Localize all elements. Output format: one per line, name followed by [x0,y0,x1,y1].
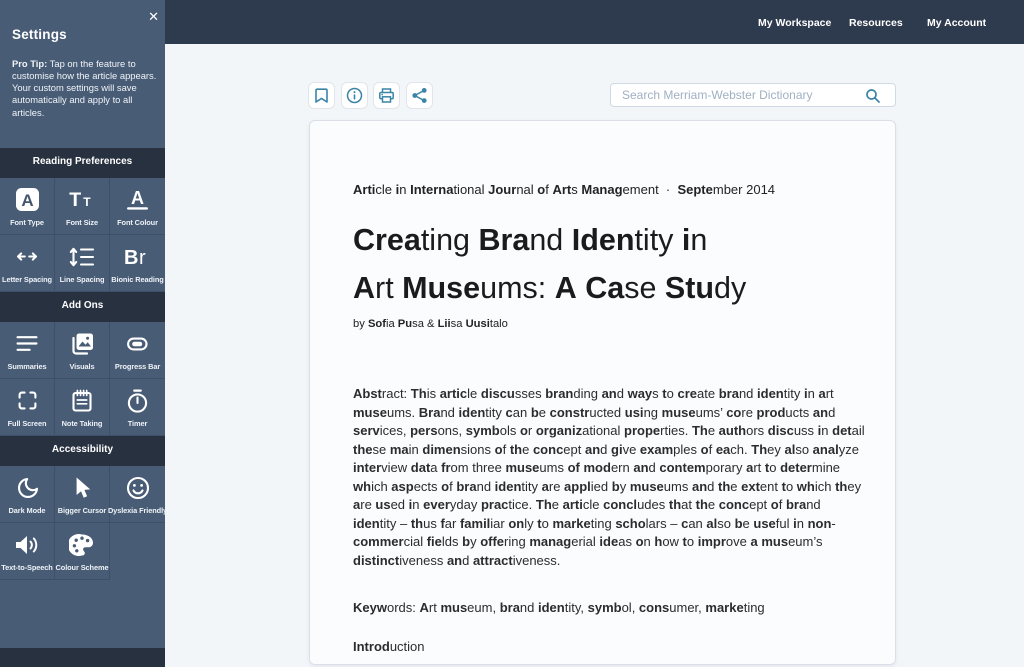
svg-text:B: B [124,247,138,269]
svg-text:A: A [131,188,144,208]
svg-text:A: A [21,191,33,210]
svg-text:T: T [69,189,81,211]
svg-text:r: r [139,247,146,269]
svg-text:T: T [83,195,91,209]
